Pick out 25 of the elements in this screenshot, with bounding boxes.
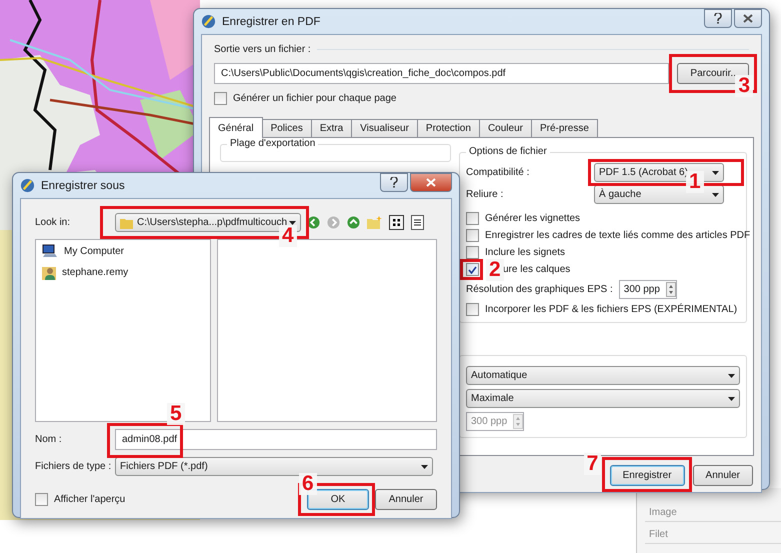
step-number: 5 [167,403,185,425]
field-label: Compatibilité : [466,167,530,178]
field-label: Résolution des graphiques EPS : [466,284,613,295]
step-number: 4 [279,225,297,247]
checkbox-label: Enregistrer les cadres de texte liés comme des articles PDF [485,230,750,241]
group-title: Options de fichier [466,146,550,157]
group-title: Plage d'exportation [227,138,318,149]
checkbox-label: ure les calques [503,264,570,275]
checkbox-label: Générer un fichier pour chaque page [233,93,396,104]
window-title: Enregistrer en PDF [222,16,322,28]
step-number: 2 [486,259,504,281]
checkbox-label: Afficher l'aperçu [54,494,126,505]
step-number: 1 [686,171,704,193]
checkbox-label: Incorporer les PDF & les fichiers EPS (EXPÉRIMENTAL) [485,304,738,315]
field-label: Reliure : [466,189,504,200]
window-title: Enregistrer sous [41,180,126,192]
step-number: 6 [299,473,317,495]
field-label: Fichiers de type : [35,461,112,472]
step-number: 3 [735,75,754,97]
step-number: 7 [584,453,602,475]
field-label: Nom : [35,434,63,445]
checkbox-label: Générer les vignettes [485,213,580,224]
field-label: Look in: [35,217,72,228]
checkbox-label: Inclure les signets [485,247,566,258]
section-label: Sortie vers un fichier : [214,44,311,55]
